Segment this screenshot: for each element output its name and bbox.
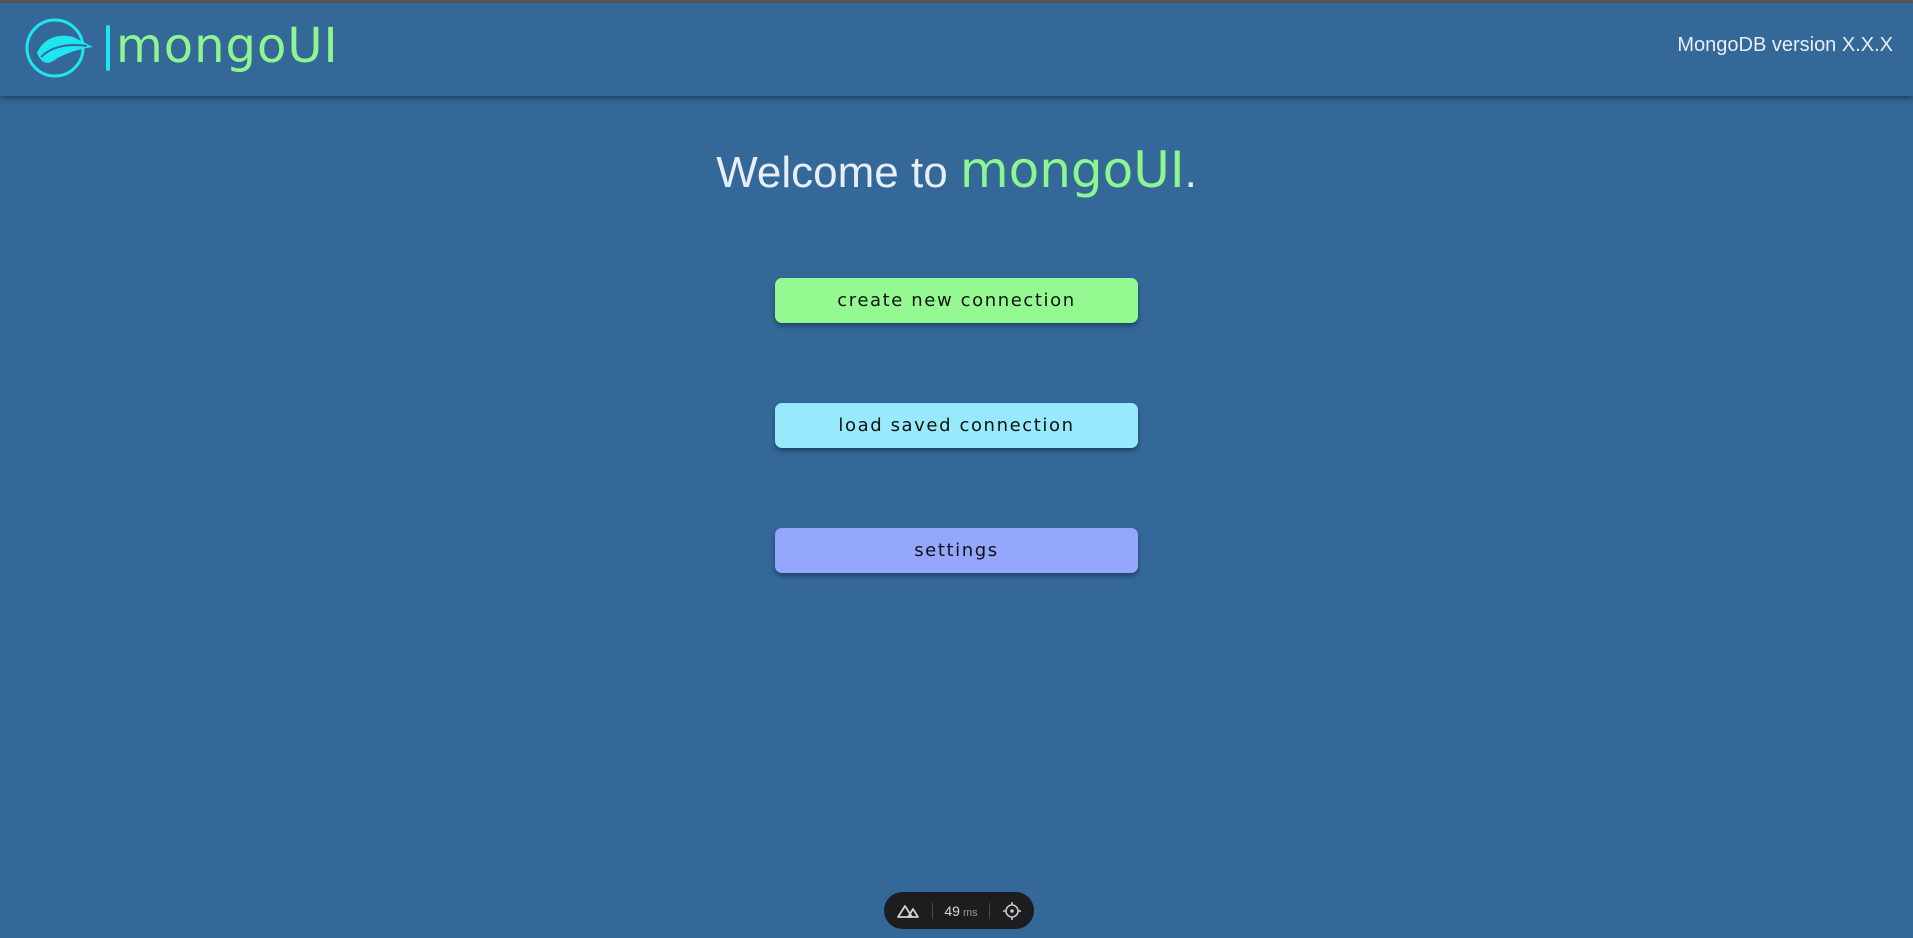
logo-divider: [106, 25, 110, 71]
crosshair-icon[interactable]: [1002, 901, 1022, 921]
render-time-unit: ms: [962, 906, 978, 919]
settings-button[interactable]: settings: [775, 528, 1138, 573]
devtools-separator: [989, 902, 991, 919]
leaf-logo-icon: [25, 18, 93, 78]
render-time-value: 49: [944, 902, 960, 919]
welcome-heading: Welcome to mongoUI.: [0, 140, 1913, 203]
render-time: 49 ms: [944, 903, 977, 919]
load-connection-button[interactable]: load saved connection: [775, 403, 1138, 448]
create-connection-button[interactable]: create new connection: [775, 278, 1138, 323]
nuxt-icon[interactable]: [896, 903, 920, 919]
app-name: mongoUI: [116, 18, 339, 74]
mongodb-version: MongoDB version X.X.X: [1677, 34, 1893, 56]
welcome-prefix: Welcome to: [716, 148, 960, 197]
app-header: mongoUI MongoDB version X.X.X: [0, 3, 1913, 96]
devtools-bar: 49 ms: [884, 892, 1034, 929]
devtools-separator: [931, 902, 933, 919]
welcome-suffix: .: [1184, 148, 1197, 197]
app-logo[interactable]: mongoUI: [23, 13, 339, 83]
welcome-brand: mongoUI: [959, 141, 1185, 199]
